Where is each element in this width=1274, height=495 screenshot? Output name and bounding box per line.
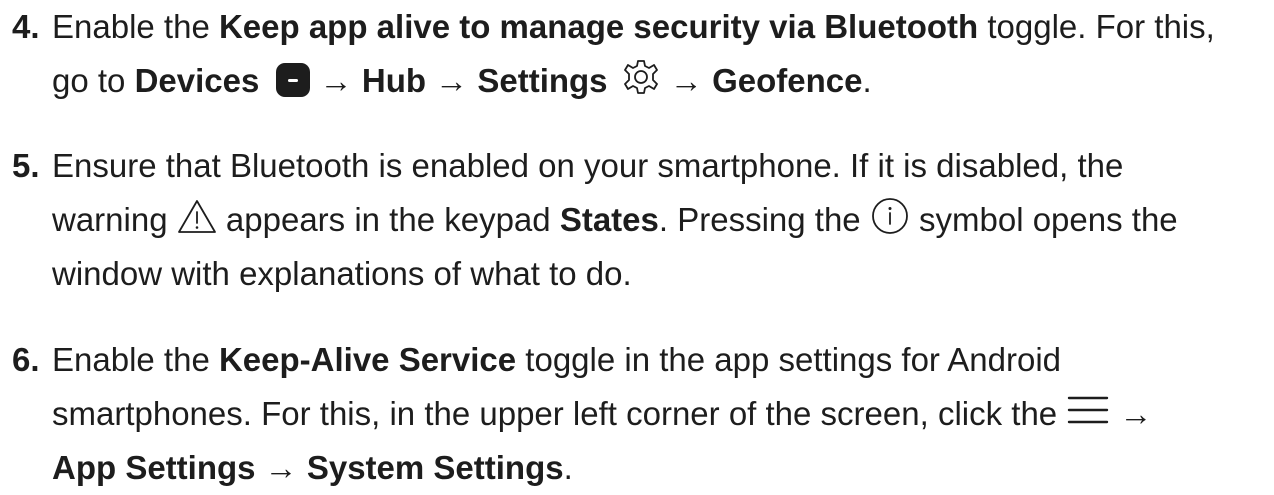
gear-icon: [621, 57, 661, 97]
bold-term: Keep-Alive Service: [218, 341, 517, 378]
text-line: Enable the Keep app alive to manage secu…: [52, 8, 1215, 45]
bold-term: System Settings: [306, 449, 564, 486]
text-line: go to Devices → Hub → Settings → Geofenc…: [52, 54, 1270, 108]
step-text: Enable the Keep-Alive Service toggle in …: [52, 333, 1270, 495]
bold-term: Keep app alive to manage security via Bl…: [218, 8, 979, 45]
bold-term: Hub: [361, 62, 427, 99]
text-line: App Settings → System Settings.: [52, 449, 573, 486]
text-line: window with explanations of what to do.: [52, 255, 632, 292]
step-number: 4.: [12, 8, 40, 45]
bold-term: Devices: [134, 62, 260, 99]
text-line: Ensure that Bluetooth is enabled on your…: [52, 147, 1124, 184]
text-line: Enable the Keep-Alive Service toggle in …: [52, 341, 1062, 378]
hamburger-menu-icon: [1066, 393, 1110, 427]
bold-term: States: [559, 201, 659, 238]
info-circle-icon: [870, 196, 910, 236]
devices-tile-icon: [275, 62, 311, 98]
text-line: warning appears in the keypad States. Pr…: [52, 193, 1270, 247]
bold-term: Geofence: [712, 62, 863, 99]
step-number: 6.: [12, 341, 40, 378]
bold-term: Settings: [477, 62, 608, 99]
warning-triangle-icon: [177, 198, 217, 234]
step-text: Enable the Keep app alive to manage secu…: [52, 0, 1270, 108]
instructions-document: 4. Enable the Keep app alive to manage s…: [0, 0, 1274, 492]
step-number: 5.: [12, 147, 40, 184]
step-text: Ensure that Bluetooth is enabled on your…: [52, 139, 1270, 301]
text-line: smartphones. For this, in the upper left…: [52, 393, 1153, 432]
bold-term: App Settings: [52, 449, 256, 486]
